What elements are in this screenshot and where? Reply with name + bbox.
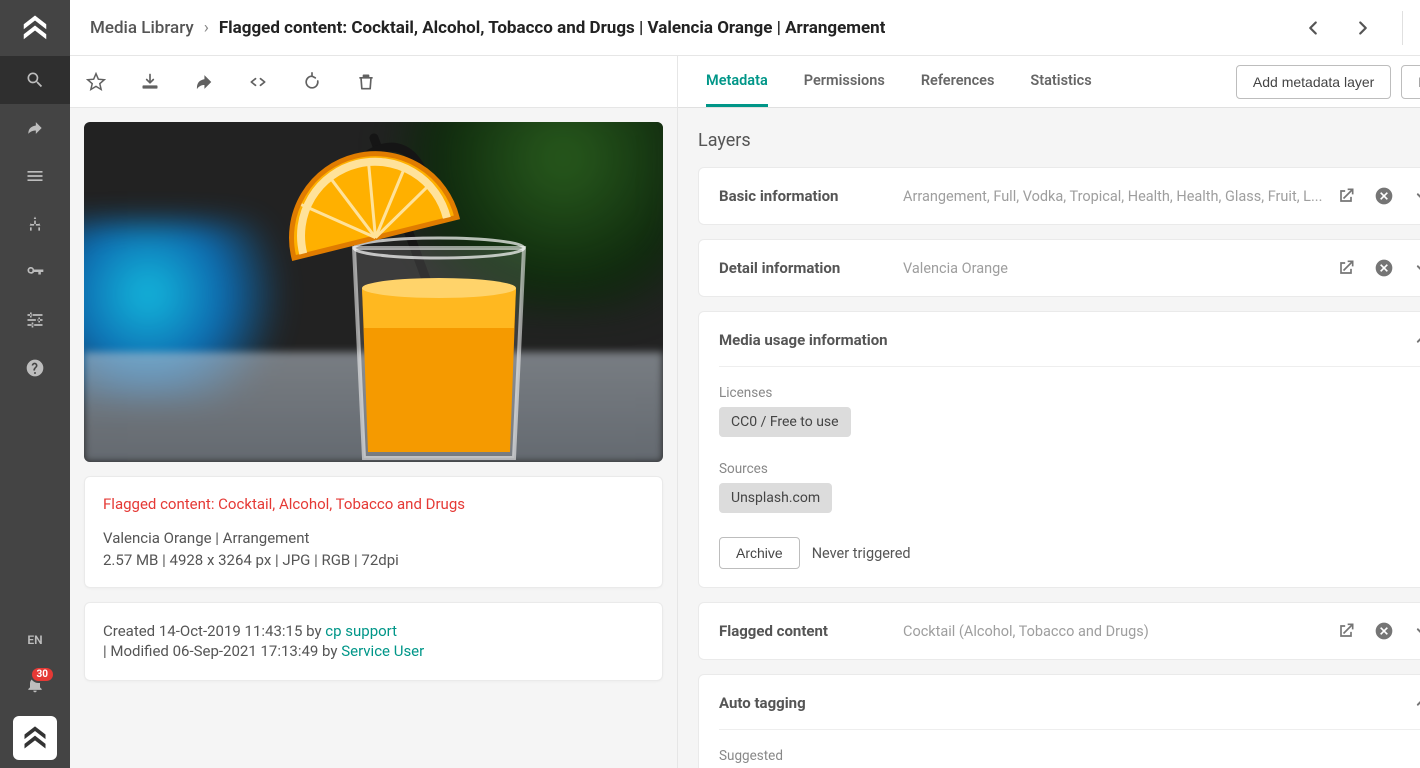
created-user-link[interactable]: cp support (325, 622, 397, 640)
delete-button[interactable] (354, 70, 378, 94)
layer-basic-name: Basic information (719, 187, 889, 205)
open-external-icon[interactable] (1336, 258, 1356, 278)
modified-user-link[interactable]: Service User (341, 642, 424, 660)
breadcrumb: Media Library › Flagged content: Cocktai… (90, 18, 1302, 38)
panel-tabs: Metadata Permissions References Statisti… (692, 56, 1226, 107)
prev-button[interactable] (1302, 17, 1324, 39)
brand-logo-bottom[interactable] (13, 716, 57, 760)
flag-line: Flagged content: Cocktail, Alcohol, Toba… (103, 495, 644, 513)
rail-key[interactable] (0, 248, 70, 296)
layer-detail-name: Detail information (719, 259, 889, 277)
rail-help[interactable] (0, 344, 70, 392)
licenses-label: Licenses (719, 385, 1420, 401)
collapse-icon[interactable] (1412, 330, 1420, 350)
share-button[interactable] (192, 70, 216, 94)
download-button[interactable] (138, 70, 162, 94)
rail-settings[interactable] (0, 296, 70, 344)
open-external-icon[interactable] (1336, 621, 1356, 641)
app-logo[interactable] (0, 0, 70, 56)
layer-usage: Media usage information Licenses CC0 / F… (698, 311, 1420, 588)
notifications-button[interactable]: 30 (25, 664, 45, 704)
breadcrumb-root[interactable]: Media Library (90, 18, 194, 38)
remove-layer-icon[interactable] (1374, 621, 1394, 641)
license-chip[interactable]: CC0 / Free to use (719, 407, 851, 437)
header: Media Library › Flagged content: Cocktai… (70, 0, 1420, 56)
archive-status: Never triggered (812, 545, 911, 562)
expand-icon[interactable] (1412, 186, 1420, 206)
layer-usage-name: Media usage information (719, 331, 1398, 349)
layer-basic: Basic information Arrangement, Full, Vod… (698, 167, 1420, 225)
detail-column: Flagged content: Cocktail, Alcohol, Toba… (70, 56, 678, 768)
layer-flagged: Flagged content Cocktail (Alcohol, Tobac… (698, 602, 1420, 660)
asset-title: Valencia Orange | Arrangement (103, 529, 644, 547)
asset-preview[interactable] (84, 122, 663, 462)
modified-text: | Modified 06-Sep-2021 17:13:49 by (103, 642, 341, 660)
open-external-icon[interactable] (1336, 186, 1356, 206)
rail-search[interactable] (0, 56, 70, 104)
collapse-icon[interactable] (1412, 693, 1420, 713)
asset-audit-card: Created 14-Oct-2019 11:43:15 by cp suppo… (84, 602, 663, 681)
expand-icon[interactable] (1412, 621, 1420, 641)
left-rail: EN 30 (0, 0, 70, 768)
tab-permissions[interactable]: Permissions (804, 56, 885, 107)
tab-references[interactable]: References (921, 56, 995, 107)
asset-toolbar (70, 56, 677, 108)
asset-info-card: Flagged content: Cocktail, Alcohol, Toba… (84, 476, 663, 588)
metadata-panel: Metadata Permissions References Statisti… (678, 56, 1420, 768)
rail-menu[interactable] (0, 152, 70, 200)
remove-layer-icon[interactable] (1374, 258, 1394, 278)
sources-label: Sources (719, 461, 1420, 477)
layer-flagged-summary: Cocktail (Alcohol, Tobacco and Drugs) (903, 623, 1322, 640)
archive-button[interactable]: Archive (719, 537, 800, 569)
language-switch[interactable]: EN (27, 622, 42, 658)
expand-icon[interactable] (1412, 258, 1420, 278)
chevron-right-icon: › (204, 18, 209, 38)
layers-title: Layers (698, 130, 1420, 151)
layer-basic-summary: Arrangement, Full, Vodka, Tropical, Heal… (903, 188, 1322, 205)
asset-meta: 2.57 MB | 4928 x 3264 px | JPG | RGB | 7… (103, 551, 644, 569)
add-metadata-layer-button[interactable]: Add metadata layer (1236, 65, 1391, 99)
tab-statistics[interactable]: Statistics (1030, 56, 1091, 107)
layer-flagged-name: Flagged content (719, 622, 889, 640)
layer-detail-summary: Valencia Orange (903, 260, 1322, 277)
tab-metadata[interactable]: Metadata (706, 56, 768, 107)
layer-auto-name: Auto tagging (719, 694, 1398, 712)
notification-count: 30 (30, 666, 55, 683)
layer-detail: Detail information Valencia Orange (698, 239, 1420, 297)
remove-layer-icon[interactable] (1374, 186, 1394, 206)
suggested-label: Suggested (719, 748, 1420, 764)
breadcrumb-leaf: Flagged content: Cocktail, Alcohol, Toba… (219, 18, 886, 38)
created-text: Created 14-Oct-2019 11:43:15 by (103, 622, 325, 640)
source-chip[interactable]: Unsplash.com (719, 483, 832, 513)
edit-button[interactable]: Edit (1401, 65, 1420, 99)
embed-button[interactable] (246, 70, 270, 94)
favorite-button[interactable] (84, 70, 108, 94)
next-button[interactable] (1352, 17, 1374, 39)
rail-share[interactable] (0, 104, 70, 152)
refresh-button[interactable] (300, 70, 324, 94)
layer-auto-tagging: Auto tagging Suggested Full (Physical Pr… (698, 674, 1420, 768)
rail-tree[interactable] (0, 200, 70, 248)
